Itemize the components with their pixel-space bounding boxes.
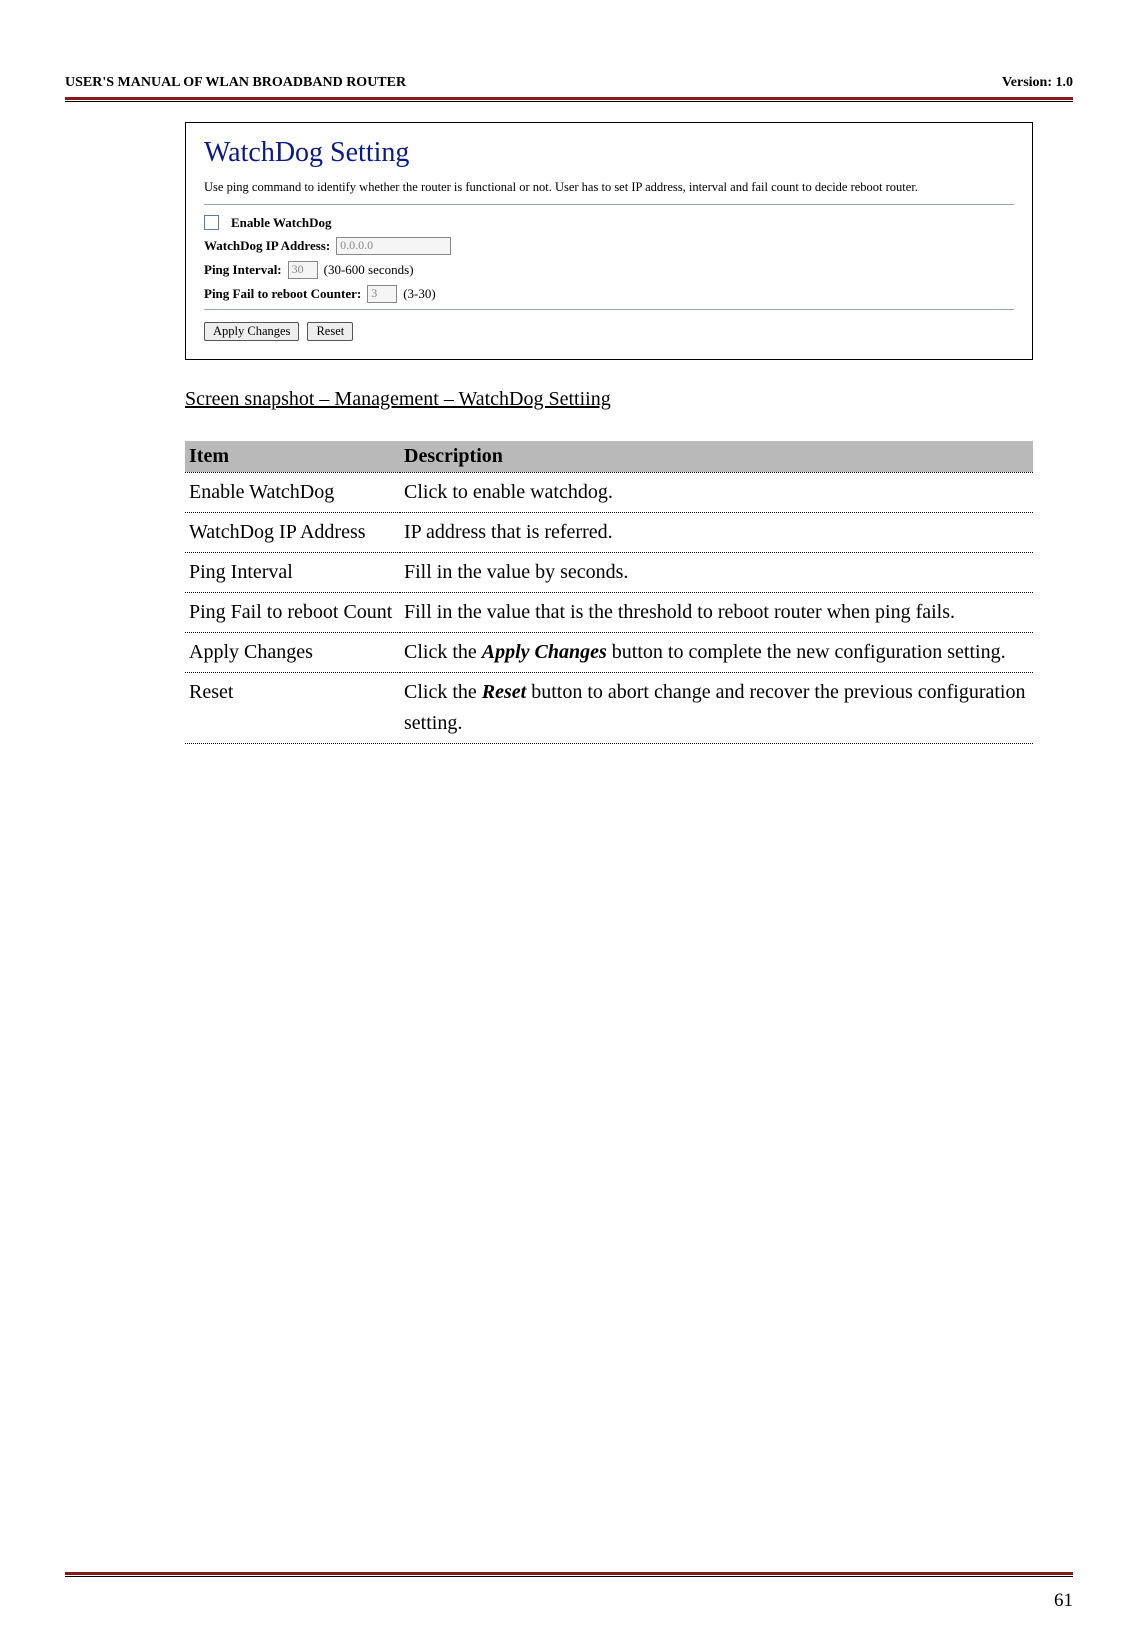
apply-changes-button[interactable]: Apply Changes <box>204 322 299 341</box>
ping-interval-label: Ping Interval: <box>204 262 282 278</box>
table-item: Apply Changes <box>185 632 400 672</box>
table-desc: Click to enable watchdog. <box>400 472 1033 512</box>
table-item: Ping Interval <box>185 552 400 592</box>
table-row: Apply Changes Click the Apply Changes bu… <box>185 632 1033 672</box>
enable-watchdog-label: Enable WatchDog <box>231 215 332 231</box>
header-right: Version: 1.0 <box>1002 75 1073 91</box>
table-item: Ping Fail to reboot Count <box>185 592 400 632</box>
footer-rule <box>65 1572 1073 1577</box>
table-row: WatchDog IP Address IP address that is r… <box>185 512 1033 552</box>
page-number: 61 <box>1054 1590 1073 1612</box>
reset-button[interactable]: Reset <box>307 322 353 341</box>
watchdog-screenshot: WatchDog Setting Use ping command to ide… <box>185 122 1033 360</box>
header-left: USER'S MANUAL OF WLAN BROADBAND ROUTER <box>65 75 406 91</box>
table-desc: Fill in the value that is the threshold … <box>400 592 1033 632</box>
table-item: Enable WatchDog <box>185 472 400 512</box>
table-item: Reset <box>185 672 400 743</box>
enable-watchdog-checkbox[interactable] <box>204 215 219 230</box>
table-row: Ping Fail to reboot Count Fill in the va… <box>185 592 1033 632</box>
table-desc: Click the Apply Changes button to comple… <box>400 632 1033 672</box>
ping-fail-label: Ping Fail to reboot Counter: <box>204 286 361 302</box>
description-table: Item Description Enable WatchDog Click t… <box>185 441 1033 744</box>
screenshot-divider <box>204 204 1014 205</box>
screenshot-desc: Use ping command to identify whether the… <box>204 179 1014 196</box>
screenshot-title: WatchDog Setting <box>204 137 1014 169</box>
ping-interval-input[interactable] <box>288 261 318 279</box>
ping-fail-hint: (3-30) <box>403 286 436 302</box>
table-row: Ping Interval Fill in the value by secon… <box>185 552 1033 592</box>
ping-interval-hint: (30-600 seconds) <box>324 262 414 278</box>
table-desc: Fill in the value by seconds. <box>400 552 1033 592</box>
screenshot-divider-2 <box>204 309 1014 310</box>
ip-address-input[interactable] <box>336 237 451 255</box>
table-head-item: Item <box>185 441 400 473</box>
table-desc: Click the Reset button to abort change a… <box>400 672 1033 743</box>
screenshot-caption: Screen snapshot – Management – WatchDog … <box>185 388 1033 411</box>
table-row: Reset Click the Reset button to abort ch… <box>185 672 1033 743</box>
table-item: WatchDog IP Address <box>185 512 400 552</box>
table-head-desc: Description <box>400 441 1033 473</box>
table-row: Enable WatchDog Click to enable watchdog… <box>185 472 1033 512</box>
ping-fail-input[interactable] <box>367 285 397 303</box>
ip-address-label: WatchDog IP Address: <box>204 238 330 254</box>
table-desc: IP address that is referred. <box>400 512 1033 552</box>
header-rule <box>65 97 1073 102</box>
